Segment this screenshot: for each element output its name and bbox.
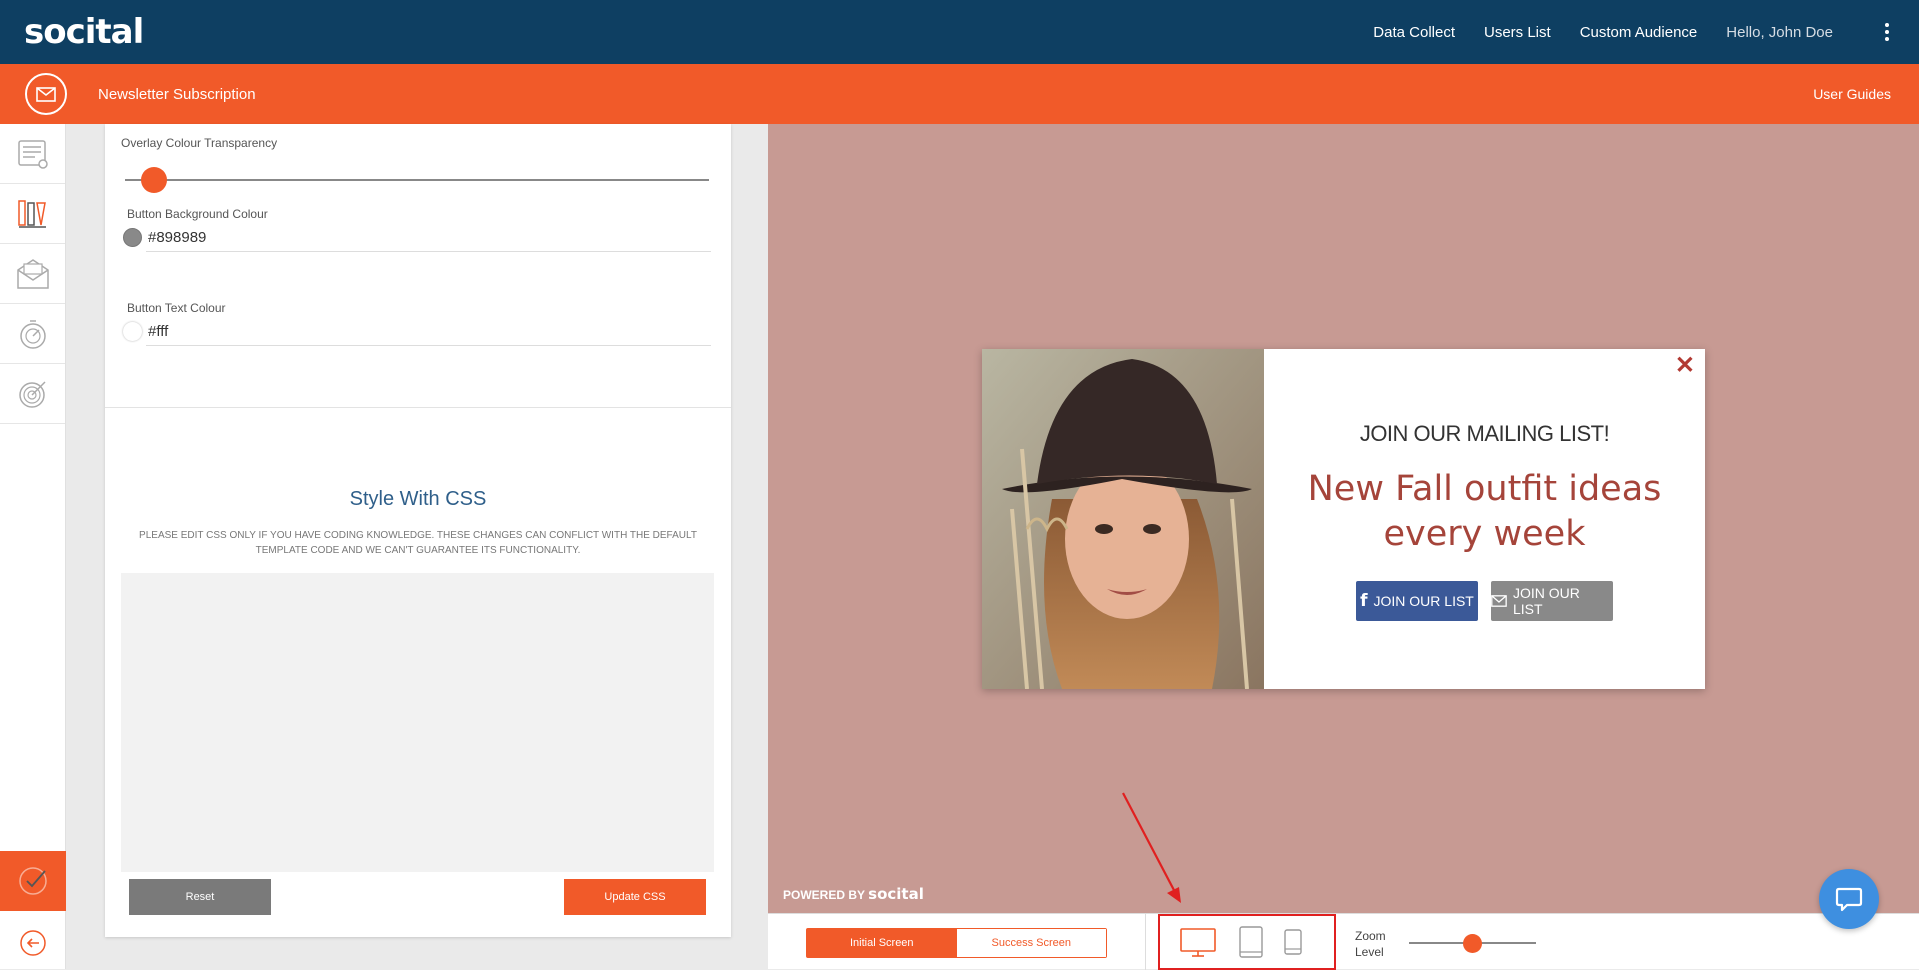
woman-in-hat-image [982,349,1264,689]
preview-canvas: ✕ JOIN OUR MAILING LIST! New Fall outfit… [768,124,1919,913]
chat-bubble-icon [1835,887,1863,912]
campaign-bar: Newsletter Subscription User Guides [0,64,1919,124]
success-screen-tab[interactable]: Success Screen [956,929,1106,957]
nav-data-collect[interactable]: Data Collect [1373,24,1455,41]
sidebar-item-timing[interactable] [0,304,65,364]
zoom-label-line2: Level [1355,945,1384,959]
more-menu-icon[interactable] [1867,0,1907,64]
zoom-label-line1: Zoom [1355,929,1386,943]
button-text-label: Button Text Colour [127,301,226,315]
update-css-button[interactable]: Update CSS [564,879,706,915]
editor-sidebar [0,124,66,969]
user-greeting[interactable]: Hello, John Doe [1726,24,1833,41]
settings-panel: Overlay Colour Transparency Button Backg… [105,124,731,937]
sidebar-item-targeting[interactable] [0,364,65,424]
section-divider [105,407,731,408]
target-icon [18,380,46,408]
facebook-join-label: JOIN OUR LIST [1373,593,1474,609]
facebook-icon: f [1360,591,1368,611]
css-section-title: Style With CSS [349,488,487,510]
button-bg-swatch[interactable] [123,228,142,247]
desktop-icon[interactable] [1179,927,1217,959]
nav-users-list[interactable]: Users List [1484,24,1551,41]
campaign-title: Newsletter Subscription [98,86,256,103]
arrow-left-icon [20,930,46,956]
close-icon[interactable]: ✕ [1675,351,1695,380]
powered-by: POWERED BY socital [783,885,924,903]
app-logo[interactable]: socital [24,12,144,52]
overlay-transparency-label: Overlay Colour Transparency [121,136,278,150]
nav-custom-audience[interactable]: Custom Audience [1580,24,1698,41]
email-join-button[interactable]: JOIN OUR LIST [1491,581,1613,621]
powered-by-text: POWERED BY [783,888,865,902]
popup-preview: ✕ JOIN OUR MAILING LIST! New Fall outfit… [982,349,1705,689]
zoom-slider-knob[interactable] [1463,934,1482,953]
overlay-slider-track[interactable] [125,179,709,181]
check-icon [19,867,47,895]
overlay-slider-knob[interactable] [141,167,168,193]
popup-subheading: New Fall outfit ideas every week [1307,469,1662,554]
button-text-swatch[interactable] [123,322,142,341]
sidebar-item-email[interactable] [0,244,65,304]
facebook-join-button[interactable]: f JOIN OUR LIST [1356,581,1478,621]
sidebar-item-design[interactable] [0,184,65,244]
publish-check-button[interactable] [0,851,66,911]
preview-toolbar: Initial Screen Success Screen Zoom Level [768,913,1919,970]
email-join-label: JOIN OUR LIST [1512,585,1580,617]
open-envelope-icon [16,258,49,289]
back-button[interactable] [0,918,66,968]
email-icon [1491,595,1507,607]
sidebar-item-template[interactable] [0,124,65,184]
css-editor[interactable] [121,573,714,872]
stopwatch-icon [19,319,46,349]
button-bg-input[interactable]: #898989 [146,224,711,252]
css-warning-note: PLEASE EDIT CSS ONLY IF YOU HAVE CODING … [139,530,697,556]
popup-heading: JOIN OUR MAILING LIST! [1359,421,1610,446]
user-guides-link[interactable]: User Guides [1813,86,1891,102]
template-icon [17,139,48,169]
screen-toggle: Initial Screen Success Screen [806,928,1107,958]
button-text-input[interactable]: #fff [146,318,711,346]
top-nav: Data Collect Users List Custom Audience … [1373,0,1919,64]
pencils-icon [17,199,46,228]
button-bg-label: Button Background Colour [127,207,268,221]
envelope-icon [25,73,67,115]
top-navbar: socital Data Collect Users List Custom A… [0,0,1919,64]
mobile-icon[interactable] [1283,928,1303,956]
toolbar-divider [1145,914,1146,970]
initial-screen-tab[interactable]: Initial Screen [807,929,957,957]
tablet-icon[interactable] [1238,925,1264,959]
zoom-label: Zoom Level [1355,928,1386,960]
powered-by-logo: socital [868,885,924,903]
chat-support-button[interactable] [1819,869,1879,929]
reset-button[interactable]: Reset [129,879,271,915]
